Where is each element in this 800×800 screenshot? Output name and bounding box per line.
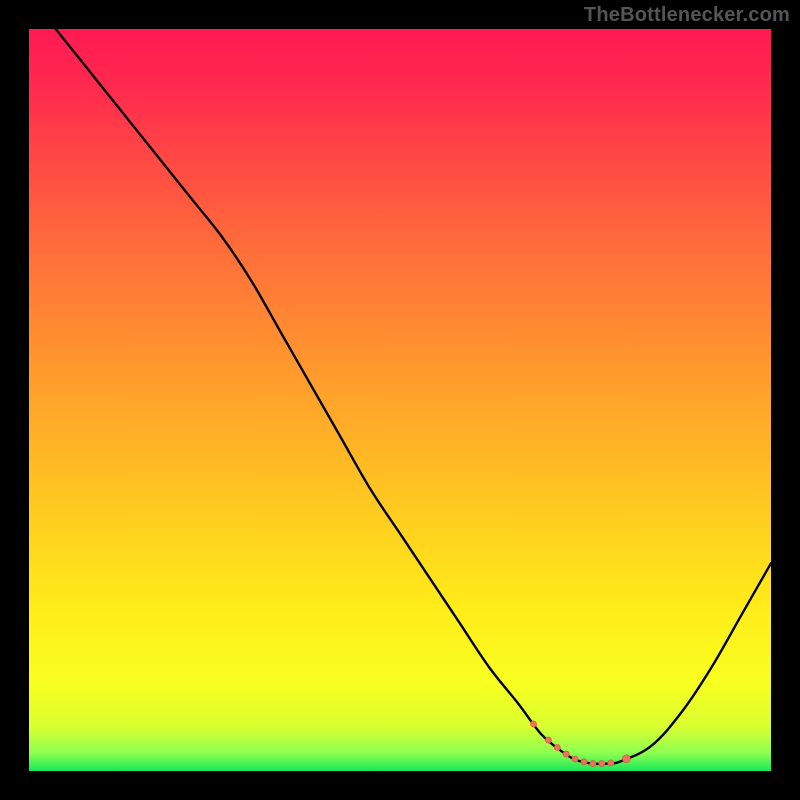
marker-dot — [608, 760, 614, 766]
marker-dot — [590, 761, 596, 767]
marker-dot — [563, 751, 569, 757]
chart-frame: TheBottlenecker.com — [0, 0, 800, 800]
marker-dot — [545, 737, 551, 743]
marker-dot — [599, 761, 605, 767]
plot-area — [29, 29, 771, 771]
bottleneck-chart — [29, 29, 771, 771]
marker-dot — [581, 759, 587, 765]
marker-dot — [554, 745, 560, 751]
marker-dot — [622, 755, 630, 763]
gradient-background — [29, 29, 771, 771]
watermark-text: TheBottlenecker.com — [584, 4, 790, 27]
marker-dot — [531, 721, 537, 727]
marker-dot — [572, 756, 578, 762]
